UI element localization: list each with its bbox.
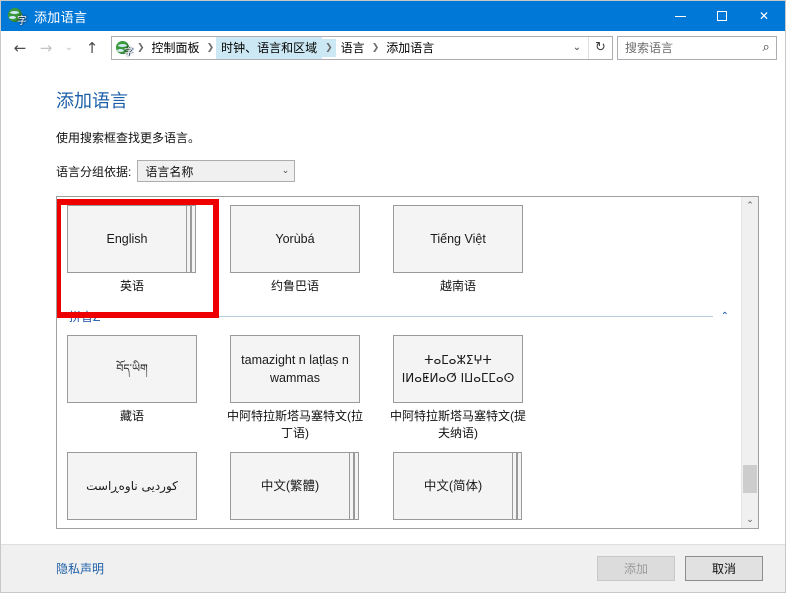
group-header-label: 拼音Z bbox=[69, 309, 101, 324]
tile-label: 英语 bbox=[119, 279, 144, 293]
forward-button: → bbox=[39, 38, 53, 57]
content-area: 添加语言 使用搜索框查找更多语言。 语言分组依据: 语言名称 ⌄ English bbox=[1, 65, 785, 544]
tile-row: བོད་ཡིག 藏语 tamazight n laṭlaṣ n wammas 中… bbox=[67, 335, 741, 442]
tile-row: English 英语 Yorùbá 约鲁巴语 Tiếng Việt 越南语 bbox=[67, 205, 741, 295]
language-tile-chinese-traditional[interactable]: 中文(繁體) bbox=[230, 452, 360, 520]
tile-label: 越南语 bbox=[439, 279, 476, 293]
scroll-down-arrow-icon[interactable]: ⌄ bbox=[742, 511, 758, 528]
tile-native-name[interactable]: ⵜⴰⵎⴰⵣⵉⵖⵜ ⵏⵍⴰⵟⵍⴰⵚ ⵏⵡⴰⵎⵎⴰⵙ bbox=[393, 335, 523, 403]
chevron-up-icon[interactable]: ⌃ bbox=[721, 311, 729, 322]
breadcrumb: ❯ 控制面板 ❯ 时钟、语言和区域 ❯ 语言 ❯ 添加语言 bbox=[135, 36, 566, 59]
scroll-up-arrow-icon[interactable]: ⌃ bbox=[742, 197, 758, 214]
tile-native-name[interactable]: English bbox=[67, 205, 187, 273]
breadcrumb-item-0[interactable]: 控制面板 bbox=[147, 37, 205, 59]
close-button[interactable]: ✕ bbox=[743, 1, 785, 31]
language-tile-english[interactable]: English 英语 bbox=[67, 205, 197, 295]
tile-native-name[interactable]: བོད་ཡིག bbox=[67, 335, 197, 403]
tile-label: 中阿特拉斯塔马塞特文(拉丁语) bbox=[227, 409, 363, 440]
privacy-statement-link[interactable]: 隐私声明 bbox=[56, 560, 587, 577]
group-header-pinyin-z[interactable]: 拼音Z ⌃ bbox=[69, 307, 729, 325]
breadcrumb-separator-3[interactable]: ❯ bbox=[370, 43, 382, 53]
maximize-button[interactable] bbox=[701, 1, 743, 31]
cancel-button[interactable]: 取消 bbox=[685, 556, 763, 581]
tile-label: 藏语 bbox=[119, 409, 144, 423]
tile-row: کوردیی ناوەڕاست 中文(繁體) 中文(简体) bbox=[67, 452, 741, 520]
language-globe-icon: 字 bbox=[8, 7, 27, 27]
refresh-icon[interactable]: ↻ bbox=[588, 36, 612, 59]
tile-native-name[interactable]: tamazight n laṭlaṣ n wammas bbox=[230, 335, 360, 403]
search-input[interactable] bbox=[618, 40, 757, 55]
chevron-down-icon: ⌄ bbox=[281, 166, 290, 176]
search-icon: ⌕ bbox=[762, 40, 770, 55]
group-by-row: 语言分组依据: 语言名称 ⌄ bbox=[56, 160, 759, 182]
breadcrumb-separator-1[interactable]: ❯ bbox=[205, 43, 217, 53]
footer-bar: 隐私声明 添加 取消 bbox=[1, 544, 785, 592]
page-title: 添加语言 bbox=[56, 91, 128, 111]
add-language-window: 字 添加语言 ✕ ← → ⌄ ↑ 字 ❯ 控制面板 ❯ 时钟、语言和区域 ❯ 语… bbox=[0, 0, 786, 593]
navigation-bar: ← → ⌄ ↑ 字 ❯ 控制面板 ❯ 时钟、语言和区域 ❯ 语言 ❯ 添加语言 … bbox=[1, 31, 785, 65]
tile-native-name[interactable]: Yorùbá bbox=[230, 205, 360, 273]
breadcrumb-item-3[interactable]: 添加语言 bbox=[381, 37, 439, 59]
language-tile-chinese-simplified[interactable]: 中文(简体) bbox=[393, 452, 523, 520]
up-button[interactable]: ↑ bbox=[79, 35, 105, 61]
title-bar: 字 添加语言 ✕ bbox=[1, 1, 785, 31]
minimize-button[interactable] bbox=[659, 1, 701, 31]
scroll-track[interactable] bbox=[742, 214, 758, 511]
search-box[interactable]: ⌕ bbox=[617, 35, 777, 60]
language-list: English 英语 Yorùbá 约鲁巴语 Tiếng Việt 越南语 拼音… bbox=[57, 197, 741, 528]
tile-native-name[interactable]: 中文(繁體) bbox=[230, 452, 350, 520]
group-by-dropdown[interactable]: 语言名称 ⌄ bbox=[137, 160, 296, 182]
address-bar[interactable]: 字 ❯ 控制面板 ❯ 时钟、语言和区域 ❯ 语言 ❯ 添加语言 ⌄ ↻ bbox=[111, 35, 613, 60]
breadcrumb-separator-0: ❯ bbox=[137, 42, 145, 53]
group-by-value: 语言名称 bbox=[145, 164, 194, 179]
language-tile-vietnamese[interactable]: Tiếng Việt 越南语 bbox=[393, 205, 523, 295]
language-tile-tibetan[interactable]: བོད་ཡིག 藏语 bbox=[67, 335, 197, 442]
tile-native-name[interactable]: کوردیی ناوەڕاست bbox=[67, 452, 197, 520]
breadcrumb-item-1[interactable]: 时钟、语言和区域 bbox=[216, 36, 323, 59]
page-subtitle: 使用搜索框查找更多语言。 bbox=[56, 131, 201, 145]
window-title: 添加语言 bbox=[34, 9, 88, 25]
recent-locations-icon[interactable]: ⌄ bbox=[59, 35, 79, 61]
stack-layer-back bbox=[191, 205, 196, 273]
language-list-panel: English 英语 Yorùbá 约鲁巴语 Tiếng Việt 越南语 拼音… bbox=[56, 196, 759, 529]
language-tile-yoruba[interactable]: Yorùbá 约鲁巴语 bbox=[230, 205, 360, 295]
tile-label: 中阿特拉斯塔马塞特文(提夫纳语) bbox=[390, 409, 526, 440]
scroll-thumb[interactable] bbox=[743, 465, 757, 493]
tile-native-name[interactable]: 中文(简体) bbox=[393, 452, 513, 520]
address-language-icon: 字 bbox=[116, 40, 133, 58]
back-button[interactable]: ← bbox=[7, 35, 33, 61]
language-tile-central-kurdish[interactable]: کوردیی ناوەڕاست bbox=[67, 452, 197, 520]
stack-layer-back bbox=[354, 452, 359, 520]
tile-native-name[interactable]: Tiếng Việt bbox=[393, 205, 523, 273]
breadcrumb-separator-2[interactable]: ❯ bbox=[322, 38, 336, 57]
group-by-label: 语言分组依据: bbox=[56, 164, 132, 179]
language-tile-tamazight-tifinagh[interactable]: ⵜⴰⵎⴰⵣⵉⵖⵜ ⵏⵍⴰⵟⵍⴰⵚ ⵏⵡⴰⵎⵎⴰⵙ 中阿特拉斯塔马塞特文(提夫纳语… bbox=[390, 335, 526, 442]
language-tile-tamazight-latin[interactable]: tamazight n laṭlaṣ n wammas 中阿特拉斯塔马塞特文(拉… bbox=[227, 335, 363, 442]
group-header-divider bbox=[106, 315, 713, 317]
tile-label: 约鲁巴语 bbox=[270, 279, 319, 293]
vertical-scrollbar[interactable]: ⌃ ⌄ bbox=[741, 197, 758, 528]
address-dropdown-icon[interactable]: ⌄ bbox=[566, 37, 588, 59]
add-button: 添加 bbox=[597, 556, 675, 581]
stack-layer-back bbox=[517, 452, 522, 520]
caption-buttons: ✕ bbox=[659, 1, 785, 31]
breadcrumb-item-2[interactable]: 语言 bbox=[336, 37, 370, 59]
